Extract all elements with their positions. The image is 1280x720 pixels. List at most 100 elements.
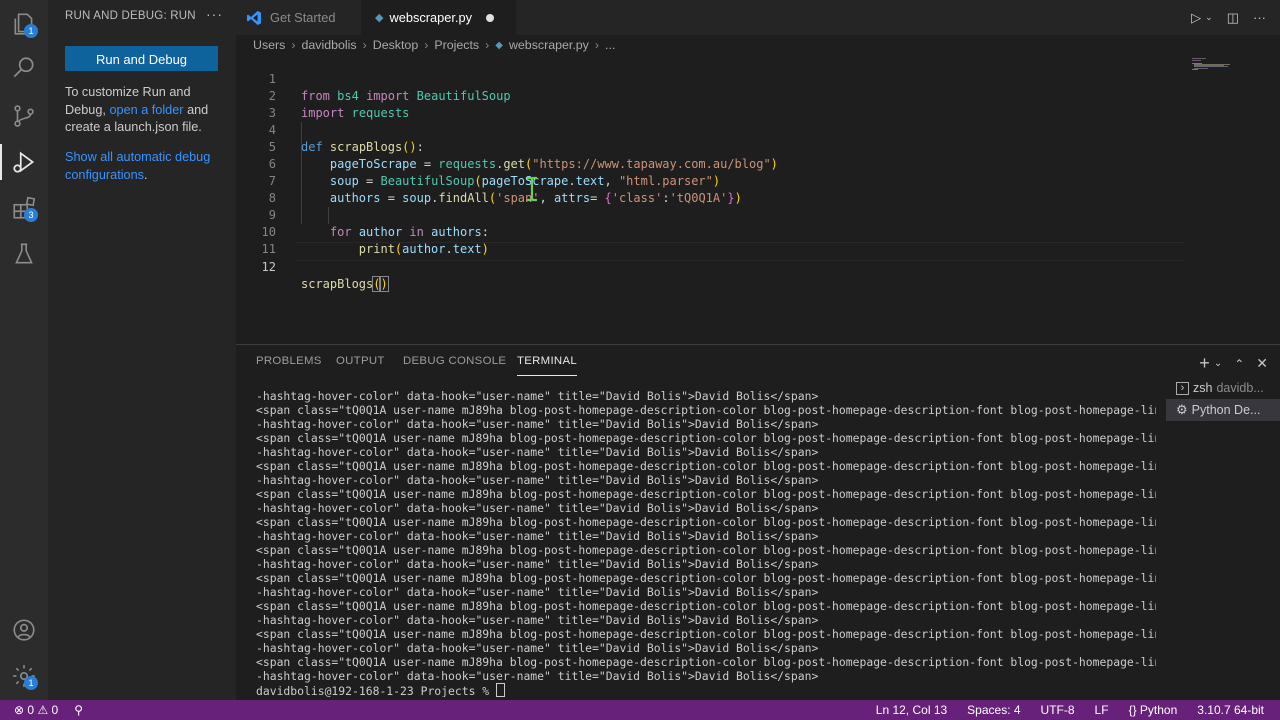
breadcrumb-item[interactable]: ... xyxy=(605,38,615,52)
code-line: 10 print(author.text) xyxy=(236,207,489,256)
more-actions-icon[interactable]: ··· xyxy=(206,6,223,22)
terminal-output[interactable]: -hashtag-hover-color" data-hook="user-na… xyxy=(256,389,1156,697)
breadcrumb-item[interactable]: Desktop xyxy=(373,38,418,52)
tab-output[interactable]: OUTPUT xyxy=(336,355,385,367)
end-of-line[interactable]: LF xyxy=(1095,700,1109,720)
sidebar-title: RUN AND DEBUG: RUN xyxy=(65,10,196,22)
language-mode[interactable]: {} Python xyxy=(1129,700,1178,720)
search-icon[interactable] xyxy=(0,44,48,92)
terminal-icon: › xyxy=(1176,381,1189,395)
breadcrumb-item[interactable]: Projects xyxy=(434,38,479,52)
tab-webscraper[interactable]: ◆ webscraper.py xyxy=(361,0,516,35)
tab-terminal[interactable]: TERMINAL xyxy=(517,355,577,376)
terminal-list: › zsh davidb... ⚙ Python De... xyxy=(1166,377,1280,421)
account-icon[interactable] xyxy=(0,606,48,654)
terminal-line: <span class="tQ0Q1A user-name mJ89ha blo… xyxy=(256,655,1156,669)
python-file-icon: ◆ xyxy=(495,39,503,51)
terminal-cursor xyxy=(496,683,506,697)
terminal-name: Python De... xyxy=(1191,403,1261,417)
terminal-line: <span class="tQ0Q1A user-name mJ89ha blo… xyxy=(256,431,1156,445)
breadcrumb: Users › davidbolis › Desktop › Projects › ◆ w… xyxy=(253,36,615,54)
close-panel-icon[interactable]: ✕ xyxy=(1256,355,1268,372)
vscode-logo-icon xyxy=(247,10,261,25)
maximize-panel-icon[interactable]: ⌃ xyxy=(1234,357,1244,371)
code-line: 1 from bs4 import BeautifulSoup xyxy=(236,54,511,103)
braces-icon: {} xyxy=(1128,703,1137,717)
source-control-icon[interactable] xyxy=(0,92,48,140)
extensions-icon[interactable]: 3 xyxy=(0,184,48,232)
line-6-code: soup = BeautifulSoup(pageToScrape.text, … xyxy=(329,174,721,188)
breadcrumb-item[interactable]: Users xyxy=(253,38,285,52)
breadcrumb-separator: › xyxy=(291,38,296,52)
error-icon: ⊗ xyxy=(14,703,25,717)
new-terminal-icon[interactable]: + xyxy=(1199,353,1210,374)
python-interpreter[interactable]: 3.10.7 64-bit xyxy=(1197,700,1264,720)
code-line: 7 authors = soup.findAll('span', attrs= … xyxy=(236,156,742,205)
error-count: 0 xyxy=(27,703,35,717)
breadcrumb-separator: › xyxy=(485,38,490,52)
warning-icon: ⚠ xyxy=(37,703,49,717)
code-line: 6 soup = BeautifulSoup(pageToScrape.text… xyxy=(236,139,720,188)
terminal-line: -hashtag-hover-color" data-hook="user-na… xyxy=(256,445,819,459)
open-folder-link[interactable]: open a folder xyxy=(109,103,183,117)
show-all-debug-configs-link[interactable]: Show all automatic debug configurations xyxy=(65,150,210,182)
terminal-name: zsh xyxy=(1193,381,1213,395)
terminal-line: -hashtag-hover-color" data-hook="user-na… xyxy=(256,585,819,599)
period-text: . xyxy=(144,167,148,182)
breadcrumb-item[interactable]: webscraper.py xyxy=(509,38,589,52)
terminal-line: -hashtag-hover-color" data-hook="user-na… xyxy=(256,389,819,403)
minimap[interactable] xyxy=(1192,58,1237,70)
problems-status[interactable]: ⊗ 0 ⚠ 0 xyxy=(14,700,58,720)
run-debug-icon[interactable] xyxy=(0,138,48,186)
terminal-line: <span class="tQ0Q1A user-name mJ89ha blo… xyxy=(256,627,1156,641)
terminal-line: -hashtag-hover-color" data-hook="user-na… xyxy=(256,641,819,655)
chevron-down-icon[interactable]: ⌄ xyxy=(1205,12,1213,23)
code-editor[interactable]: 1 from bs4 import BeautifulSoup 2 import… xyxy=(236,54,1280,344)
terminal-line: <span class="tQ0Q1A user-name mJ89ha blo… xyxy=(256,515,1156,529)
indentation[interactable]: Spaces: 4 xyxy=(967,700,1020,720)
unsaved-dot-icon[interactable] xyxy=(485,13,494,22)
terminal-prompt[interactable]: davidbolis@192-168-1-23 Projects % xyxy=(256,683,1156,697)
tab-problems[interactable]: PROBLEMS xyxy=(256,355,322,367)
breadcrumb-item[interactable]: davidbolis xyxy=(302,38,357,52)
split-editor-icon[interactable]: ◫ xyxy=(1227,10,1239,26)
terminal-item-python-debug[interactable]: ⚙ Python De... xyxy=(1166,399,1280,421)
manage-gear-icon[interactable]: 1 xyxy=(0,652,48,700)
breadcrumb-separator: › xyxy=(424,38,429,52)
panel-actions: + ⌄ ⌃ ✕ xyxy=(1199,353,1268,374)
editor-actions: ▷ ⌄ ◫ ··· xyxy=(1191,0,1280,35)
debug-launch-icon[interactable]: ⚲ xyxy=(74,700,83,720)
line-5-code: pageToScrape = requests.get("https://www… xyxy=(329,157,778,171)
terminal-item-zsh[interactable]: › zsh davidb... xyxy=(1166,377,1280,399)
testing-flask-icon[interactable] xyxy=(0,230,48,278)
code-line: 2 import requests xyxy=(236,71,410,120)
run-and-debug-button[interactable]: Run and Debug xyxy=(65,46,218,71)
chevron-down-icon[interactable]: ⌄ xyxy=(1214,358,1222,369)
breadcrumb-separator: › xyxy=(362,38,367,52)
terminal-line: -hashtag-hover-color" data-hook="user-na… xyxy=(256,613,819,627)
terminal-line: <span class="tQ0Q1A user-name mJ89ha blo… xyxy=(256,543,1156,557)
cursor-position[interactable]: Ln 12, Col 13 xyxy=(876,700,947,720)
terminal-line: -hashtag-hover-color" data-hook="user-na… xyxy=(256,557,819,571)
terminal-line: <span class="tQ0Q1A user-name mJ89ha blo… xyxy=(256,403,1156,417)
terminal-line: -hashtag-hover-color" data-hook="user-na… xyxy=(256,669,819,683)
terminal-line: -hashtag-hover-color" data-hook="user-na… xyxy=(256,473,819,487)
terminal-line: <span class="tQ0Q1A user-name mJ89ha blo… xyxy=(256,487,1156,501)
terminal-line: -hashtag-hover-color" data-hook="user-na… xyxy=(256,417,819,431)
line-1-code: from bs4 import BeautifulSoup xyxy=(301,89,511,103)
tab-debug-console[interactable]: DEBUG CONSOLE xyxy=(403,355,506,367)
line-9-code: for author in authors: xyxy=(329,225,489,239)
encoding[interactable]: UTF-8 xyxy=(1041,700,1075,720)
status-right: Ln 12, Col 13 Spaces: 4 UTF-8 LF {} Pyth… xyxy=(876,700,1264,720)
language-label: Python xyxy=(1139,703,1178,717)
code-line: 11 xyxy=(236,224,276,256)
status-left: ⊗ 0 ⚠ 0 ⚲ xyxy=(14,700,83,720)
more-actions-icon[interactable]: ··· xyxy=(1253,10,1266,25)
editor-tabs: Get Started ◆ webscraper.py ▷ ⌄ ◫ ··· xyxy=(236,0,1280,35)
run-file-icon[interactable]: ▷ xyxy=(1191,10,1201,26)
terminal-line: <span class="tQ0Q1A user-name mJ89ha blo… xyxy=(256,459,1156,473)
tab-get-started[interactable]: Get Started xyxy=(236,0,361,35)
explorer-badge: 1 xyxy=(24,24,38,38)
explorer-icon[interactable]: 1 xyxy=(0,0,48,48)
code-line: 4 def scrapBlogs(): xyxy=(236,105,424,154)
